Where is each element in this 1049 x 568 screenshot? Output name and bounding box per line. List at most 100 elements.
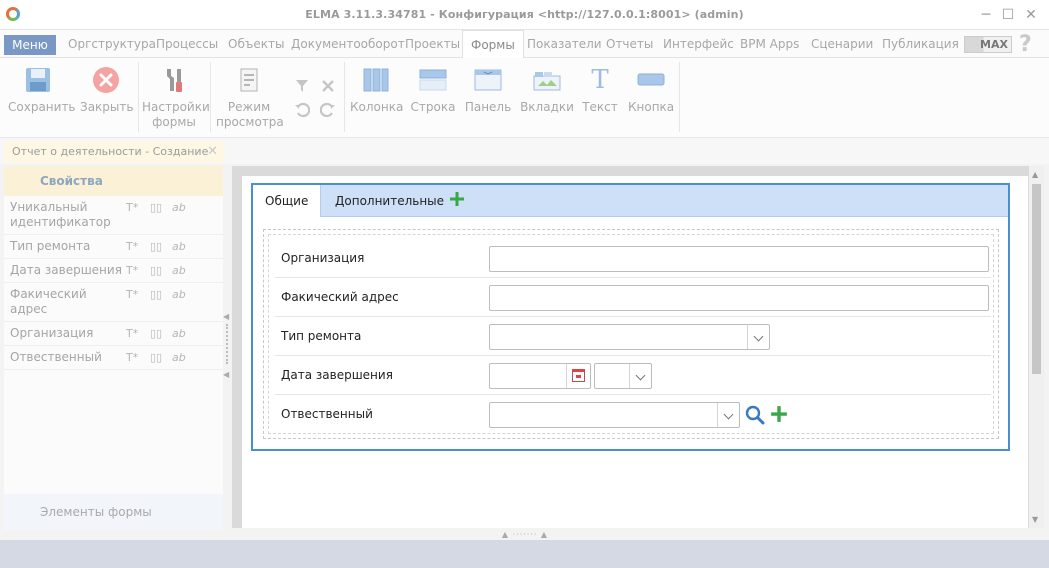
form-settings-label: Настройки формы [142, 100, 210, 129]
vertical-scrollbar[interactable]: ▲ ▼ [1029, 166, 1044, 528]
ribbon-separator [138, 62, 139, 132]
field-label: Факический адрес [281, 290, 399, 304]
form-elements-section[interactable]: Элементы формы [4, 494, 223, 530]
panel-label: Панель [464, 100, 512, 114]
add-user-plus-icon[interactable] [770, 405, 788, 423]
tab-forms[interactable]: Формы [462, 30, 524, 59]
chevron-down-icon[interactable] [629, 364, 651, 388]
tab-projects[interactable]: Проекты [405, 30, 460, 58]
form-settings-button[interactable]: Настройки формы [142, 58, 210, 130]
properties-header[interactable]: Свойства [4, 166, 223, 196]
field-label: Тип ремонта [281, 329, 362, 343]
address-input[interactable] [489, 285, 989, 311]
row-label: Строка [410, 100, 456, 114]
undo-icon[interactable] [294, 101, 310, 117]
string-type-icon: ab [172, 351, 186, 364]
maximize-icon[interactable]: ☐ [998, 6, 1018, 24]
button-element-icon [637, 73, 665, 86]
form-body: Организация Факический адрес Тип ремонта… [263, 229, 999, 439]
text-type-icon: T* [126, 240, 139, 253]
repair-type-dropdown[interactable] [489, 324, 770, 350]
tab-reports[interactable]: Отчеты [606, 30, 653, 58]
property-item[interactable]: Отвественный T* ▯▯ ab [4, 346, 223, 370]
tab-indicators[interactable]: Показатели [527, 30, 602, 58]
calendar-icon[interactable] [566, 364, 590, 388]
string-type-icon: ab [172, 201, 186, 214]
chevron-down-icon[interactable] [747, 325, 769, 349]
property-item[interactable]: Уникальный идентификатор T* ▯▯ ab [4, 196, 223, 235]
field-type-icon: ▯▯ [150, 351, 163, 364]
close-label: Закрыть [80, 100, 134, 114]
vertical-splitter[interactable]: ◀ ◀ [223, 166, 231, 530]
property-name: Факический адрес [10, 287, 87, 316]
tab-orgstructure[interactable]: Оргструктура [68, 30, 156, 58]
tab-bpm-apps[interactable]: BPM Apps [740, 30, 799, 58]
tab-processes[interactable]: Процессы [156, 30, 218, 58]
form-row-organization: Организация [275, 239, 991, 278]
preview-mode-label: Режим просмотра [216, 100, 284, 129]
form-row-repair-type: Тип ремонта [275, 317, 991, 356]
scroll-down-icon[interactable]: ▼ [1032, 515, 1038, 524]
text-type-icon: T* [126, 327, 139, 340]
save-button[interactable]: Сохранить [8, 58, 76, 115]
form-column: Организация Факический адрес Тип ремонта… [268, 234, 994, 434]
scrollbar-thumb[interactable] [1032, 184, 1041, 374]
string-type-icon: ab [172, 327, 186, 340]
collapse-left-icon[interactable]: ◀ [223, 312, 229, 321]
column-button[interactable]: Колонка [350, 58, 403, 115]
add-tab-plus-icon[interactable] [449, 191, 465, 207]
time-dropdown[interactable] [594, 363, 652, 389]
document-tab-label: Отчет о деятельности - Создание [12, 145, 209, 158]
form-container[interactable]: Общие Дополнительные Организация Факичес… [251, 183, 1010, 451]
search-icon[interactable] [745, 405, 765, 425]
column-layout-icon [363, 68, 389, 92]
tab-interface[interactable]: Интерфейс [663, 30, 734, 58]
property-name: Организация [10, 326, 94, 340]
delete-x-icon[interactable] [320, 78, 336, 94]
tabs-button[interactable]: Вкладки [520, 58, 574, 115]
field-type-icon: ▯▯ [150, 264, 163, 277]
close-button[interactable]: Закрыть [80, 58, 134, 115]
max-edition-badge[interactable]: MAX [964, 36, 1012, 53]
document-tab[interactable]: Отчет о деятельности - Создание ✕ [4, 141, 224, 163]
property-item[interactable]: Тип ремонта T* ▯▯ ab [4, 235, 223, 259]
close-tab-icon[interactable]: ✕ [207, 141, 218, 163]
tabs-label: Вкладки [520, 100, 574, 114]
button-element-button[interactable]: Кнопка [628, 58, 674, 115]
ribbon-toolbar: Сохранить Закрыть Настройки формы Режим … [0, 58, 1049, 138]
redo-icon[interactable] [320, 101, 336, 117]
property-item[interactable]: Факический адрес T* ▯▯ ab [4, 283, 223, 322]
form-tab-general[interactable]: Общие [253, 185, 322, 217]
text-type-icon: T* [126, 351, 139, 364]
help-icon[interactable]: ? [1019, 32, 1032, 57]
panel-button[interactable]: Панель [464, 58, 512, 115]
row-button[interactable]: Строка [410, 58, 456, 115]
field-label: Организация [281, 251, 365, 265]
tab-scenarios[interactable]: Сценарии [811, 30, 873, 58]
chevron-down-icon[interactable] [717, 403, 739, 427]
minimize-icon[interactable]: ─ [976, 6, 996, 24]
tab-publication[interactable]: Публикация [882, 30, 959, 58]
organization-input[interactable] [489, 246, 989, 272]
preview-mode-button[interactable]: Режим просмотра [216, 58, 284, 130]
text-button[interactable]: T Текст [582, 58, 618, 115]
property-item[interactable]: Организация T* ▯▯ ab [4, 322, 223, 346]
tab-objects[interactable]: Объекты [228, 30, 284, 58]
date-input[interactable] [489, 363, 591, 389]
property-item[interactable]: Дата завершения T* ▯▯ ab [4, 259, 223, 283]
save-label: Сохранить [8, 100, 76, 114]
form-tab-additional[interactable]: Дополнительные [323, 185, 456, 217]
expand-right-icon[interactable]: ◀ [223, 370, 229, 379]
splitter-grip-icon[interactable] [226, 324, 228, 364]
filter-icon[interactable] [294, 78, 310, 94]
form-row-completion-date: Дата завершения [275, 356, 991, 395]
horizontal-splitter-icon[interactable]: ▲ ······· ▲ [490, 530, 560, 540]
tab-document-flow[interactable]: Документооборот [291, 30, 405, 58]
responsible-user-dropdown[interactable] [489, 402, 740, 428]
string-type-icon: ab [172, 240, 186, 253]
menu-button[interactable]: Меню [4, 35, 56, 55]
string-type-icon: ab [172, 264, 186, 277]
scroll-up-icon[interactable]: ▲ [1032, 170, 1038, 179]
tools-icon [167, 69, 182, 92]
close-window-icon[interactable]: ✕ [1021, 6, 1041, 24]
